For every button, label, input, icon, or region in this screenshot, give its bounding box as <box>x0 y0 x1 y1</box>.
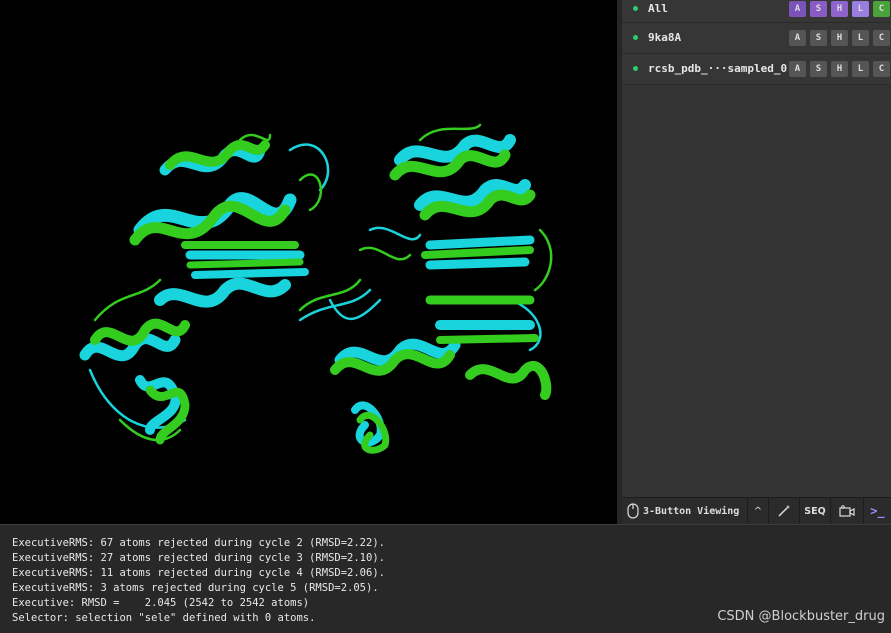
log-line: ExecutiveRMS: 27 atoms rejected during c… <box>12 552 385 564</box>
action-button[interactable]: A <box>789 30 806 46</box>
mouse-mode-label: 3-Button Viewing <box>643 506 740 517</box>
cyan-sheet <box>425 235 535 250</box>
object-row-9ka8a[interactable]: 9ka8A A S H L C <box>622 23 891 54</box>
csdn-watermark: CSDN @Blockbuster_drug <box>717 609 885 624</box>
enabled-dot-icon[interactable] <box>633 66 638 71</box>
color-button[interactable]: C <box>873 1 890 17</box>
chevron-up-icon: ^ <box>753 506 763 517</box>
command-line-toggle[interactable]: >_ <box>864 498 891 525</box>
object-name[interactable]: 9ka8A <box>648 31 681 44</box>
label-button[interactable]: L <box>852 1 869 17</box>
show-button[interactable]: S <box>810 61 827 77</box>
green-sheet <box>186 258 304 269</box>
label-button[interactable]: L <box>852 30 869 46</box>
cyan-helix <box>154 277 291 308</box>
object-panel: All A S H L C 9ka8A A S H L C rcsb_pdb_·… <box>622 0 891 524</box>
hide-button[interactable]: H <box>831 1 848 17</box>
action-button[interactable]: A <box>789 1 806 17</box>
enabled-dot-icon[interactable] <box>633 35 638 40</box>
action-button[interactable]: A <box>789 61 806 77</box>
hide-button[interactable]: H <box>831 30 848 46</box>
log-line: ExecutiveRMS: 3 atoms rejected during cy… <box>12 582 379 594</box>
log-line: ExecutiveRMS: 67 atoms rejected during c… <box>12 537 385 549</box>
show-button[interactable]: S <box>810 1 827 17</box>
cyan-sheet <box>191 268 309 279</box>
label-button[interactable]: L <box>852 61 869 77</box>
green-sheet <box>436 334 539 344</box>
terminal-icon: >_ <box>870 504 885 518</box>
object-name[interactable]: rcsb_pdb_···sampled_0 <box>648 62 787 75</box>
show-button[interactable]: S <box>810 30 827 46</box>
log-line: Executive: RMSD = 2.045 (2542 to 2542 at… <box>12 597 310 609</box>
mouse-mode-dropdown[interactable]: ^ <box>748 498 769 525</box>
output-console[interactable]: ExecutiveRMS: 67 atoms rejected during c… <box>0 524 891 633</box>
wizard-button[interactable] <box>769 498 800 525</box>
color-button[interactable]: C <box>873 30 890 46</box>
sequence-button[interactable]: SEQ <box>800 498 831 525</box>
camera-icon <box>839 505 855 517</box>
molecular-viewport[interactable] <box>0 0 617 524</box>
object-name[interactable]: All <box>648 2 668 15</box>
enabled-dot-icon[interactable] <box>633 6 638 11</box>
movie-button[interactable] <box>831 498 864 525</box>
object-row-rcsb[interactable]: rcsb_pdb_···sampled_0 A S H L C <box>622 54 891 85</box>
log-line: ExecutiveRMS: 11 atoms rejected during c… <box>12 567 385 579</box>
log-line: Selector: selection "sele" defined with … <box>12 612 316 624</box>
mouse-icon <box>627 503 639 519</box>
object-row-all[interactable]: All A S H L C <box>622 0 891 23</box>
protein-structure-render <box>79 123 553 454</box>
magic-wand-icon <box>778 505 790 517</box>
mouse-mode-button[interactable]: 3-Button Viewing <box>622 498 748 525</box>
hide-button[interactable]: H <box>831 61 848 77</box>
green-sheet <box>421 246 534 259</box>
viewer-toolbar: 3-Button Viewing ^ SEQ >_ <box>622 497 891 525</box>
green-helix <box>465 361 552 400</box>
cyan-sheet <box>425 257 530 270</box>
color-button[interactable]: C <box>873 61 890 77</box>
